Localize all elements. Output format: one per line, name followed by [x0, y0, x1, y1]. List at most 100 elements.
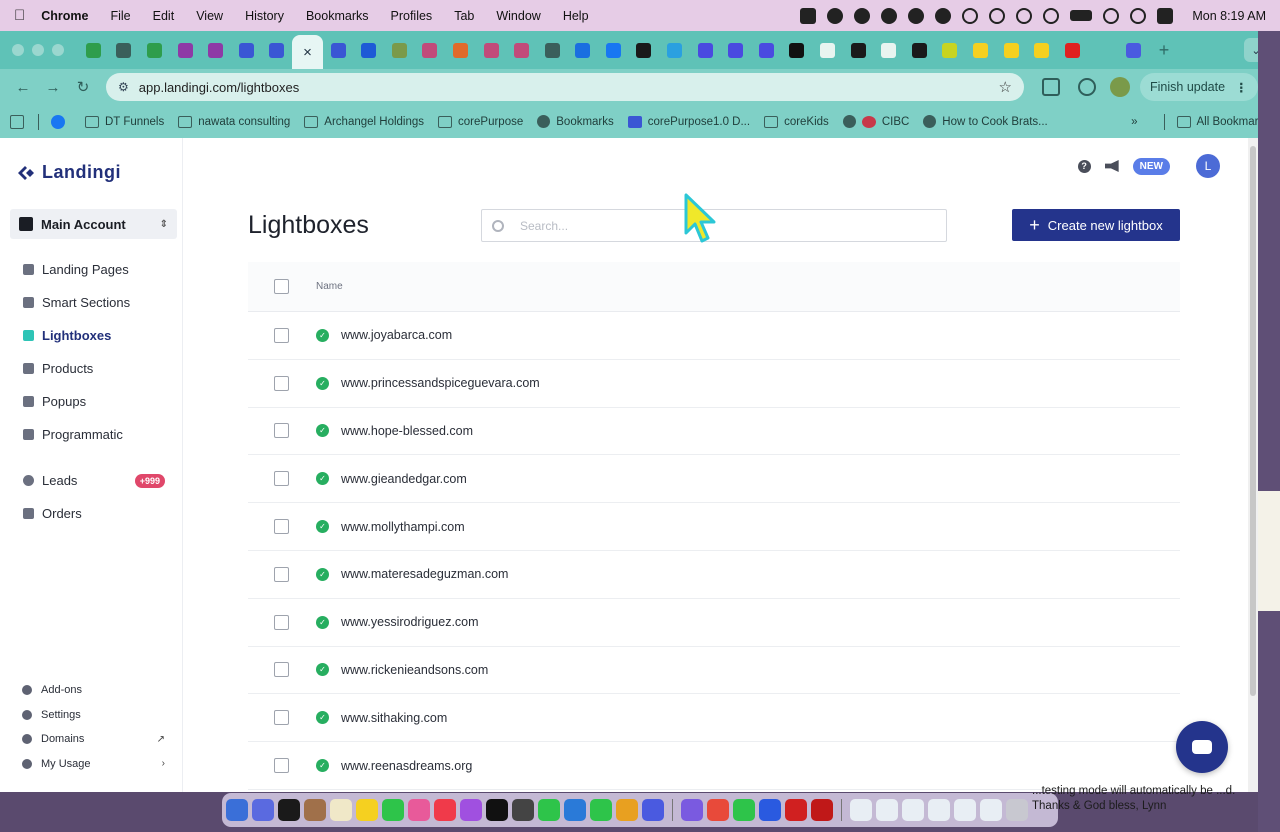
- dock-app-icon[interactable]: [616, 799, 638, 821]
- forward-button[interactable]: →: [40, 79, 66, 96]
- zoom-window-button[interactable]: [52, 44, 64, 56]
- dock-app-icon[interactable]: [759, 799, 781, 821]
- bookmark-brats[interactable]: How to Cook Brats...: [923, 115, 1048, 128]
- dock-app-icon[interactable]: [226, 799, 248, 821]
- browser-tab[interactable]: [812, 35, 843, 65]
- dock-app-icon[interactable]: [850, 799, 872, 821]
- browser-tab[interactable]: [170, 35, 201, 65]
- dock-app-icon[interactable]: [382, 799, 404, 821]
- browser-tab[interactable]: [1118, 35, 1149, 65]
- wifi-icon[interactable]: [1103, 7, 1120, 24]
- bookmark-corepurpose[interactable]: corePurpose: [438, 115, 523, 128]
- search-icon[interactable]: [1130, 7, 1147, 24]
- user-avatar[interactable]: L: [1196, 154, 1220, 178]
- site-info-icon[interactable]: ⚙: [118, 80, 129, 94]
- cloud-status-icon[interactable]: [854, 7, 871, 24]
- row-checkbox[interactable]: [274, 566, 289, 582]
- table-row[interactable]: ✓ www.rickenieandsons.com: [248, 647, 1180, 695]
- all-bookmarks[interactable]: All Bookmarks: [1176, 115, 1270, 128]
- browser-tab[interactable]: [629, 35, 660, 65]
- browser-tab[interactable]: [353, 35, 384, 65]
- browser-tab[interactable]: [598, 35, 629, 65]
- bookmark-star-icon[interactable]: ☆: [999, 78, 1012, 96]
- dock-app-icon[interactable]: [811, 799, 833, 821]
- row-checkbox[interactable]: [274, 710, 289, 726]
- bookmark-corepurpose10[interactable]: corePurpose1.0 D...: [627, 115, 750, 128]
- menu-history[interactable]: History: [245, 9, 284, 23]
- browser-tab[interactable]: [139, 35, 170, 65]
- dock-app-icon[interactable]: [330, 799, 352, 821]
- headphones-icon[interactable]: [1016, 7, 1033, 24]
- menu-tab[interactable]: Tab: [454, 9, 474, 23]
- dock-app-icon[interactable]: [928, 799, 950, 821]
- lightbox-name[interactable]: www.joyabarca.com: [341, 328, 452, 342]
- extensions-icon[interactable]: [1042, 78, 1060, 96]
- dock-app-icon[interactable]: [902, 799, 924, 821]
- dock-app-icon[interactable]: [642, 799, 664, 821]
- row-checkbox[interactable]: [274, 423, 289, 439]
- table-row[interactable]: ✓ www.materesadeguzman.com: [248, 551, 1180, 599]
- sidebar-item-landing-pages[interactable]: Landing Pages: [0, 253, 183, 286]
- landingi-logo[interactable]: Landingi: [18, 162, 121, 183]
- browser-tab[interactable]: [1057, 35, 1088, 65]
- sidebar-item-my-usage[interactable]: My Usage ›: [0, 752, 183, 777]
- finish-update-button[interactable]: Finish update ⋮: [1140, 73, 1258, 101]
- bookmark-corekids[interactable]: coreKids: [764, 115, 829, 128]
- row-checkbox[interactable]: [274, 519, 289, 535]
- table-row[interactable]: ✓ www.gieandedgar.com: [248, 455, 1180, 504]
- sidebar-item-leads[interactable]: Leads +999: [0, 464, 183, 497]
- bluetooth-icon[interactable]: [1043, 7, 1060, 24]
- browser-tab[interactable]: [537, 35, 568, 65]
- dock-app-icon[interactable]: [876, 799, 898, 821]
- table-row[interactable]: ✓ www.sithaking.com: [248, 694, 1180, 743]
- b-status-icon[interactable]: [881, 7, 898, 24]
- gear-status-icon[interactable]: [800, 7, 817, 24]
- arc-status-icon[interactable]: [827, 7, 844, 24]
- table-row[interactable]: ✓ www.mollythampi.com: [248, 503, 1180, 551]
- lightbox-name[interactable]: www.princessandspiceguevara.com: [341, 376, 540, 390]
- lightbox-name[interactable]: www.materesadeguzman.com: [341, 567, 508, 581]
- megaphone-icon[interactable]: [1104, 160, 1119, 172]
- browser-tab[interactable]: [751, 35, 782, 65]
- url-text[interactable]: app.landingi.com/lightboxes: [139, 80, 299, 95]
- dock-app-icon[interactable]: [681, 799, 703, 821]
- dock-app-icon[interactable]: [785, 799, 807, 821]
- lightbox-name[interactable]: www.hope-blessed.com: [341, 424, 473, 438]
- account-switcher[interactable]: Main Account ⇕: [10, 209, 177, 239]
- dock-app-icon[interactable]: [590, 799, 612, 821]
- sidebar-item-programmatic[interactable]: Programmatic: [0, 418, 183, 451]
- dock-app-icon[interactable]: [304, 799, 326, 821]
- bookmark-nawata[interactable]: nawata consulting: [178, 115, 290, 128]
- menu-bookmarks[interactable]: Bookmarks: [306, 9, 369, 23]
- table-row[interactable]: ✓ www.hope-blessed.com: [248, 408, 1180, 456]
- browser-tab[interactable]: [506, 35, 537, 65]
- browser-tab[interactable]: [445, 35, 476, 65]
- clock[interactable]: Mon 8:19 AM: [1192, 9, 1266, 23]
- lightbox-name[interactable]: www.gieandedgar.com: [341, 472, 467, 486]
- table-row[interactable]: ✓ www.reenasdreams.org: [248, 742, 1180, 790]
- lightbox-name[interactable]: www.mollythampi.com: [341, 520, 465, 534]
- browser-tab[interactable]: [415, 35, 446, 65]
- new-badge[interactable]: NEW: [1132, 157, 1170, 175]
- dock-app-icon[interactable]: [356, 799, 378, 821]
- sidebar-item-orders[interactable]: Orders: [0, 497, 183, 530]
- browser-tab[interactable]: [231, 35, 262, 65]
- lightbox-name[interactable]: www.reenasdreams.org: [341, 759, 472, 773]
- media-icon[interactable]: [1078, 78, 1096, 96]
- apple-icon[interactable]: : [14, 7, 25, 24]
- search-input[interactable]: [520, 218, 920, 233]
- menu-help[interactable]: Help: [563, 9, 589, 23]
- moon-icon[interactable]: [962, 7, 979, 24]
- browser-tab[interactable]: [720, 35, 751, 65]
- dock-app-icon[interactable]: [538, 799, 560, 821]
- sidebar-item-products[interactable]: Products: [0, 352, 183, 385]
- dock-app-icon[interactable]: [408, 799, 430, 821]
- sidebar-item-addons[interactable]: Add-ons: [0, 678, 183, 703]
- browser-tab[interactable]: [262, 35, 293, 65]
- profile-avatar[interactable]: [1110, 77, 1130, 97]
- dock-app-icon[interactable]: [434, 799, 456, 821]
- control-center-icon[interactable]: [1157, 7, 1174, 24]
- browser-tab[interactable]: [996, 35, 1027, 65]
- dock-app-icon[interactable]: [278, 799, 300, 821]
- bookmark-facebook[interactable]: [51, 114, 71, 129]
